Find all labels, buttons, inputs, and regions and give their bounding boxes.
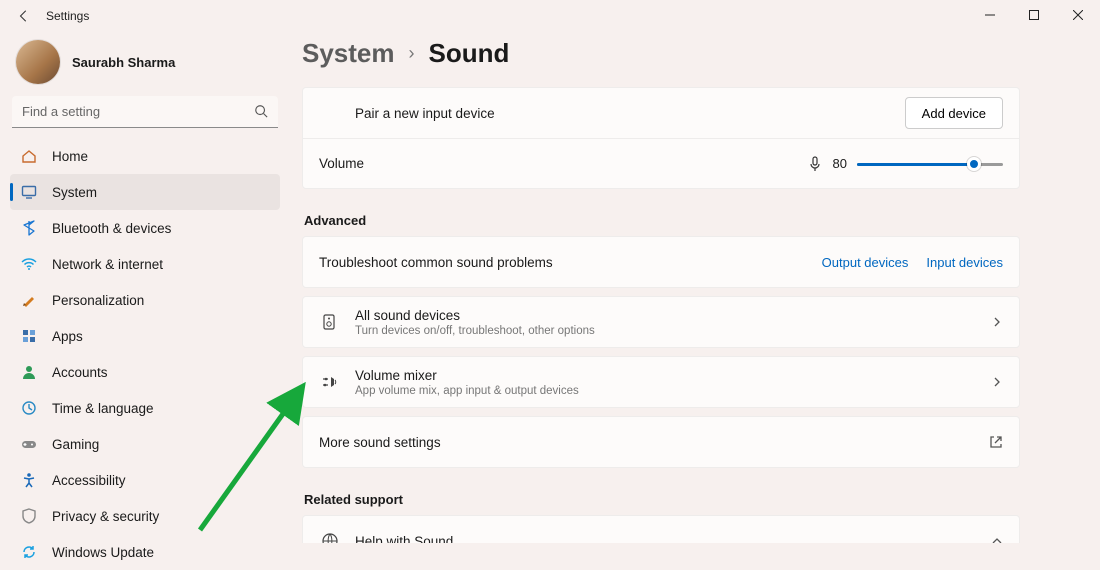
sidebar-item-home[interactable]: Home — [10, 138, 280, 174]
profile-block[interactable]: Saurabh Sharma — [10, 38, 280, 94]
sidebar-item-bluetooth[interactable]: Bluetooth & devices — [10, 210, 280, 246]
sidebar-item-privacy[interactable]: Privacy & security — [10, 498, 280, 534]
breadcrumb: System › Sound — [302, 38, 1020, 69]
section-related: Related support — [304, 492, 1020, 507]
sidebar-item-label: Accessibility — [52, 473, 126, 488]
gamepad-icon — [20, 435, 38, 453]
all-sound-devices-row[interactable]: All sound devices Turn devices on/off, t… — [303, 297, 1019, 347]
home-icon — [20, 147, 38, 165]
avatar — [16, 40, 60, 84]
input-volume-row: Volume 80 — [303, 138, 1019, 188]
brush-icon — [20, 291, 38, 309]
breadcrumb-parent[interactable]: System — [302, 38, 395, 69]
row-label: Volume — [319, 156, 364, 171]
close-button[interactable] — [1056, 0, 1100, 30]
volume-mixer-row[interactable]: Volume mixer App volume mix, app input &… — [303, 357, 1019, 407]
maximize-button[interactable] — [1012, 0, 1056, 30]
sidebar-item-personalization[interactable]: Personalization — [10, 282, 280, 318]
search-icon — [254, 104, 268, 118]
row-label: Help with Sound — [355, 534, 977, 544]
sidebar-item-accounts[interactable]: Accounts — [10, 354, 280, 390]
help-with-sound-row[interactable]: Help with Sound — [303, 516, 1019, 543]
search-input[interactable] — [12, 96, 278, 128]
page-title: Sound — [429, 38, 510, 69]
sidebar-item-system[interactable]: System — [10, 174, 280, 210]
output-devices-link[interactable]: Output devices — [822, 255, 909, 270]
open-external-icon — [989, 435, 1003, 449]
sidebar-item-label: Apps — [52, 329, 83, 344]
sidebar-item-label: Bluetooth & devices — [52, 221, 171, 236]
chevron-right-icon: › — [409, 43, 415, 64]
row-label: Volume mixer — [355, 368, 977, 383]
volume-slider[interactable] — [857, 155, 1003, 173]
volume-value: 80 — [833, 156, 847, 171]
section-advanced: Advanced — [304, 213, 1020, 228]
system-icon — [20, 183, 38, 201]
search-box[interactable] — [12, 96, 278, 128]
more-sound-settings-row[interactable]: More sound settings — [303, 417, 1019, 467]
sidebar-item-update[interactable]: Windows Update — [10, 534, 280, 570]
sidebar-item-label: Accounts — [52, 365, 108, 380]
chevron-right-icon — [991, 316, 1003, 328]
minimize-button[interactable] — [968, 0, 1012, 30]
row-label: All sound devices — [355, 308, 977, 323]
profile-name: Saurabh Sharma — [72, 55, 175, 70]
sidebar-item-gaming[interactable]: Gaming — [10, 426, 280, 462]
person-icon — [20, 363, 38, 381]
sidebar-item-label: Windows Update — [52, 545, 154, 560]
update-icon — [20, 543, 38, 561]
microphone-icon[interactable] — [807, 156, 823, 172]
window-title: Settings — [46, 9, 89, 23]
troubleshoot-row: Troubleshoot common sound problems Outpu… — [303, 237, 1019, 287]
sidebar-item-network[interactable]: Network & internet — [10, 246, 280, 282]
row-sublabel: App volume mix, app input & output devic… — [355, 385, 977, 397]
shield-icon — [20, 507, 38, 525]
apps-icon — [20, 327, 38, 345]
mixer-icon — [319, 373, 341, 391]
sidebar-item-label: Network & internet — [52, 257, 163, 272]
sidebar-item-label: Privacy & security — [52, 509, 159, 524]
wifi-icon — [20, 255, 38, 273]
chevron-up-icon — [991, 535, 1003, 543]
speaker-list-icon — [319, 313, 341, 331]
accessibility-icon — [20, 471, 38, 489]
chevron-right-icon — [991, 376, 1003, 388]
row-label: Troubleshoot common sound problems — [319, 255, 808, 270]
sidebar-item-apps[interactable]: Apps — [10, 318, 280, 354]
help-globe-icon — [319, 532, 341, 543]
sidebar-item-label: Home — [52, 149, 88, 164]
input-devices-link[interactable]: Input devices — [926, 255, 1003, 270]
row-label: Pair a new input device — [355, 106, 891, 121]
bluetooth-icon — [20, 219, 38, 237]
back-button[interactable] — [12, 4, 36, 28]
pair-input-device-row[interactable]: Pair a new input device Add device — [303, 88, 1019, 138]
row-label: More sound settings — [319, 435, 975, 450]
sidebar-item-time[interactable]: Time & language — [10, 390, 280, 426]
sidebar-item-label: Gaming — [52, 437, 99, 452]
row-sublabel: Turn devices on/off, troubleshoot, other… — [355, 325, 977, 337]
sidebar-item-accessibility[interactable]: Accessibility — [10, 462, 280, 498]
add-device-button[interactable]: Add device — [905, 97, 1003, 129]
sidebar-item-label: System — [52, 185, 97, 200]
sidebar-item-label: Time & language — [52, 401, 154, 416]
sidebar-item-label: Personalization — [52, 293, 144, 308]
globe-clock-icon — [20, 399, 38, 417]
